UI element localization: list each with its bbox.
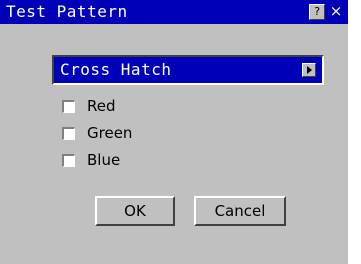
checkbox-red[interactable]: [62, 100, 75, 113]
dropdown-arrow-icon[interactable]: [302, 63, 316, 77]
checkbox-blue[interactable]: [62, 154, 75, 167]
pattern-select-value: Cross Hatch: [60, 60, 172, 79]
title-bar: Test Pattern ? ×: [0, 0, 348, 24]
test-pattern-dialog: Test Pattern ? × Cross Hatch Red Green B…: [0, 0, 348, 264]
pattern-select[interactable]: Cross Hatch: [52, 55, 324, 85]
help-button[interactable]: ?: [309, 4, 325, 20]
checkbox-blue-label: Blue: [87, 151, 121, 169]
checkbox-green[interactable]: [62, 127, 75, 140]
cancel-button[interactable]: Cancel: [194, 196, 286, 226]
checkbox-red-label: Red: [87, 97, 116, 115]
checkbox-green-label: Green: [87, 124, 133, 142]
close-button[interactable]: ×: [327, 3, 345, 19]
ok-button[interactable]: OK: [95, 196, 175, 226]
dialog-title: Test Pattern: [6, 2, 128, 21]
